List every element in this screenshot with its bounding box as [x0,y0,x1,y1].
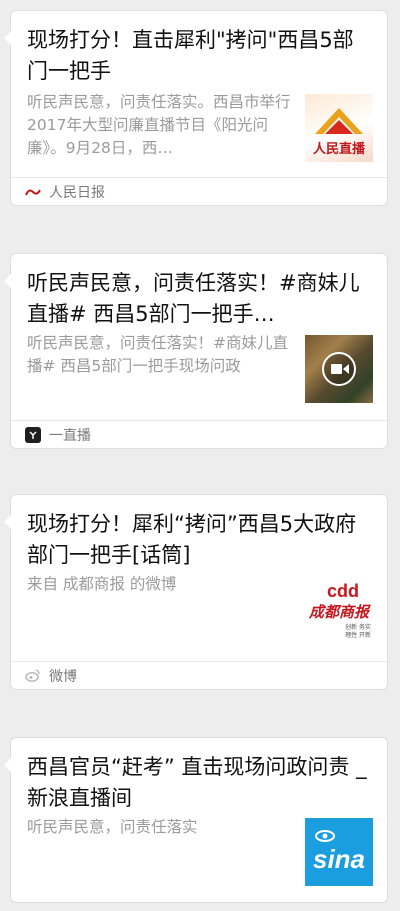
source-label: 一直播 [49,427,91,444]
link-card-2[interactable]: 听民声民意，问责任落实！#商妹儿直播# 西昌5部门一把手… 听民声民意，问责任落… [4,253,388,449]
card-title: 现场打分！犀利“拷问”西昌5大政府部门一把手[话筒] [27,512,357,567]
card-footer: 一直播 [11,420,387,448]
cdsb-logo-icon: cdd [327,581,359,601]
link-card-4[interactable]: 西昌官员“赶考” 直击现场问政问责 _ 新浪直播间 听民声民意，问责任落实 si… [4,737,388,903]
bubble-tail [4,31,11,45]
card-description: 听民声民意，问责任落实 [27,818,198,836]
video-thumbnail[interactable] [305,335,373,403]
renmin-daily-icon [25,184,41,200]
bubble-tail [4,758,11,772]
source-label: 人民日报 [49,184,105,201]
card-description: 听民声民意，问责任落实！#商妹儿直播# 西昌5部门一把手现场问政 [27,334,288,375]
card-thumbnail: cdd 成都商报 创新 务实 理性 开新 [305,577,373,645]
svg-text:cdd: cdd [327,581,359,601]
link-card-1[interactable]: 现场打分！直击犀利"拷问"西昌5部门一把手 听民声民意，问责任落实。西昌市举行2… [4,10,388,206]
link-card-3[interactable]: 现场打分！犀利“拷问”西昌5大政府部门一把手[话筒] 来自 成都商报 的微博 c… [4,494,388,690]
source-label: 微博 [49,668,77,685]
bubble-tail [4,515,11,529]
card-description: 来自 成都商报 的微博 [27,575,177,593]
thumbnail-caption: sina [312,844,366,874]
card-title: 听民声民意，问责任落实！#商妹儿直播# 西昌5部门一把手… [27,271,360,326]
weibo-icon [25,668,41,684]
card-thumbnail: 人民直播 [305,94,373,162]
bubble-tail [4,274,11,288]
card-footer: 微博 [11,661,387,689]
thumbnail-tag: 理性 开新 [345,632,371,639]
play-video-icon[interactable] [322,352,356,386]
thumbnail-caption: 人民直播 [312,142,365,157]
card-description: 听民声民意，问责任落实。西昌市举行2017年大型问廉直播节目《阳光问廉》。9月2… [27,93,291,157]
card-thumbnail: sina [305,818,373,886]
thumbnail-caption: 成都商报 [309,603,370,621]
yizhibo-icon [25,426,41,443]
card-title: 西昌官员“赶考” 直击现场问政问责 _ 新浪直播间 [27,755,367,810]
card-footer: 人民日报 [11,177,387,205]
card-title: 现场打分！直击犀利"拷问"西昌5部门一把手 [27,28,354,83]
